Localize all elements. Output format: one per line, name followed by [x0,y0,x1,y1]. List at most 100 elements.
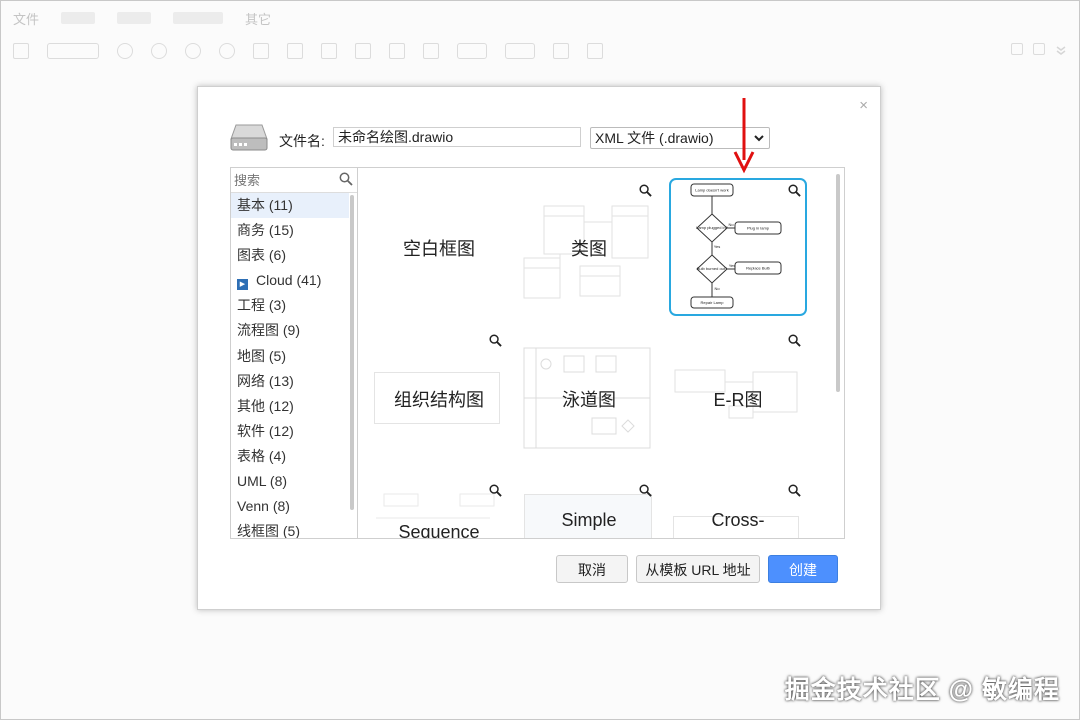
watermark: 掘金技术社区 @ 敏编程 [784,676,1060,704]
category-label: 图表 (6) [237,247,286,264]
category-uml[interactable]: UML (8) [231,469,349,494]
category-label: 基本 (11) [237,197,293,213]
zoom-icon[interactable] [639,184,652,197]
category-flowchart[interactable]: 流程图 (9) [231,318,349,343]
category-label: 地图 (5) [237,347,286,364]
collapse-icon[interactable] [1055,43,1066,55]
flowchart-end-text: Repair Lamp [701,300,725,305]
search-input[interactable] [231,168,336,192]
zoom-icon[interactable] [788,184,801,197]
zoom-out-icon[interactable] [151,43,167,59]
zoom-dropdown[interactable] [47,43,99,59]
menu-arrange-blurred[interactable] [173,12,224,24]
category-label: Venn (8) [237,498,290,515]
category-maps[interactable]: 地图 (5) [231,344,349,369]
template-flowchart[interactable]: Lamp doesn't work Lamp plugged in? No Ye… [669,178,807,316]
template-label: 组织结构图 [394,390,484,410]
category-basic[interactable]: 基本 (11) [231,193,349,219]
insert-icon[interactable] [553,43,569,59]
cancel-button[interactable]: 取消 [556,555,628,583]
search-icon[interactable] [339,172,353,186]
template-label: Simple [561,510,617,530]
line-color-icon[interactable] [389,43,405,59]
from-template-url-button[interactable]: 从模板 URL 地址 [636,555,760,583]
menubar: 文件 其它 [13,9,271,28]
delete-icon[interactable] [253,43,269,59]
category-label: Cloud (41) [256,272,322,289]
connection-icon[interactable] [457,43,487,59]
flowchart-preview: Lamp doesn't work Lamp plugged in? No Ye… [690,183,782,309]
filename-label: 文件名: [279,133,325,149]
to-front-icon[interactable] [287,43,303,59]
toolbar-right [1011,43,1066,55]
category-label: 网络 (13) [237,372,294,389]
category-panel: 基本 (11) 商务 (15) 图表 (6) ▶ Cloud (41) 工程 (3… [230,167,358,539]
template-label: Sequence [398,522,480,539]
waypoints-icon[interactable] [505,43,535,59]
zoom-icon[interactable] [489,334,502,347]
filename-input[interactable] [333,127,581,147]
flowchart-yes1-text: Yes [714,244,721,249]
template-simple[interactable]: Simple [520,478,658,538]
category-label: 表格 (4) [237,447,286,464]
flowchart-no1-text: No [728,222,734,227]
template-swimlane[interactable]: 泳道图 [520,328,658,466]
pages-icon[interactable] [13,43,29,59]
close-icon[interactable]: × [859,97,868,114]
drive-icon [230,124,268,151]
menu-file[interactable]: 文件 [13,9,39,28]
format-panel-icon[interactable] [1033,43,1045,55]
zoom-icon[interactable] [788,484,801,497]
category-engineering[interactable]: 工程 (3) [231,293,349,318]
template-sequence[interactable]: Sequence [370,478,508,539]
annotation-arrow-icon [733,98,755,174]
fill-color-icon[interactable] [355,43,371,59]
zoom-icon[interactable] [788,334,801,347]
category-wireframes[interactable]: 线框图 (5) [231,519,349,539]
menu-other[interactable]: 其它 [245,9,271,28]
shadow-icon[interactable] [423,43,439,59]
category-venn[interactable]: Venn (8) [231,494,349,519]
template-label: 类图 [571,239,607,259]
to-back-icon[interactable] [321,43,337,59]
template-label: Cross- [711,510,765,530]
menu-view-blurred[interactable] [117,12,152,24]
category-network[interactable]: 网络 (13) [231,369,349,394]
menu-edit-blurred[interactable] [61,12,96,24]
table-icon[interactable] [587,43,603,59]
category-tables[interactable]: 表格 (4) [231,444,349,469]
category-charts[interactable]: 图表 (6) [231,243,349,268]
category-software[interactable]: 软件 (12) [231,419,349,444]
category-label: 线框图 (5) [237,523,300,539]
flowchart-q1-text: Lamp plugged in? [696,225,729,230]
undo-icon[interactable] [185,43,201,59]
new-diagram-dialog: × 文件名: XML 文件 (.drawio) 基本 (11) 商务 (15) … [197,86,881,610]
template-cross-functional[interactable]: Cross- [669,478,807,538]
template-blank[interactable]: 空白框图 [370,178,508,316]
expand-arrow-icon[interactable]: ▶ [237,279,248,291]
category-business[interactable]: 商务 (15) [231,218,349,243]
flowchart-no2-text: No [714,286,720,291]
template-scrollbar[interactable] [836,174,840,392]
fullscreen-icon[interactable] [1011,43,1023,55]
flowchart-q2-text: Bulb burned out? [697,266,728,271]
template-class[interactable]: 类图 [520,178,658,316]
template-org-chart[interactable]: 组织结构图 [370,328,508,466]
template-grid: 空白框图 类图 Lamp doesn't work Lamp plugged i… [358,167,845,539]
zoom-icon[interactable] [489,484,502,497]
template-label: E-R图 [713,390,763,410]
flowchart-yes2-text: Yes [729,263,736,268]
category-other[interactable]: 其他 (12) [231,394,349,419]
zoom-in-icon[interactable] [117,43,133,59]
create-button[interactable]: 创建 [768,555,838,583]
category-label: 工程 (3) [237,297,286,314]
category-cloud[interactable]: ▶ Cloud (41) [231,268,349,293]
zoom-icon[interactable] [639,484,652,497]
category-label: 其他 (12) [237,397,294,414]
redo-icon[interactable] [219,43,235,59]
template-label: 泳道图 [562,390,616,410]
category-scrollbar[interactable] [350,195,354,510]
template-label: 空白框图 [403,239,475,259]
template-er[interactable]: E-R图 [669,328,807,466]
format-select-value: XML 文件 (.drawio) [595,130,714,146]
